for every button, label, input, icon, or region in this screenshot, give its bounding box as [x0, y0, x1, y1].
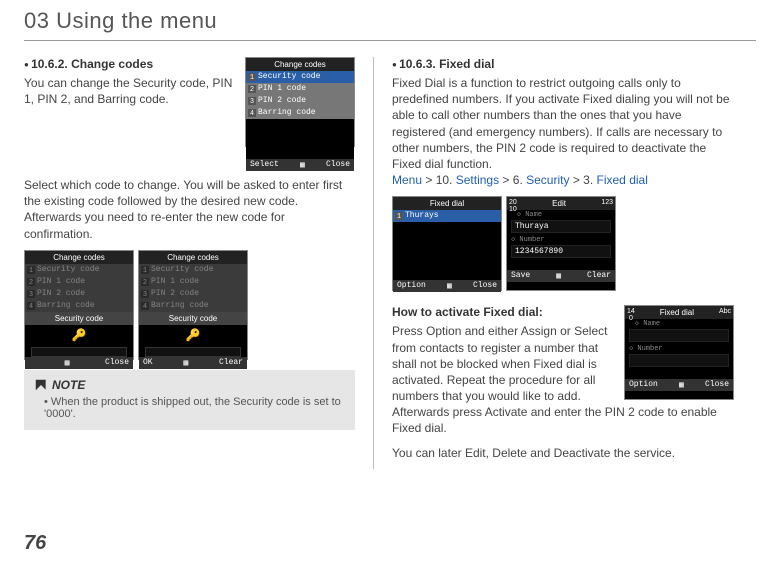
list-item: 4Barring code	[139, 300, 247, 312]
screenshot-title: Change codes	[139, 251, 247, 264]
columns: Change codes 1Security code 2PIN 1 code …	[0, 41, 780, 469]
softkey-right: Clear	[587, 271, 611, 281]
name-field: Thuraya	[511, 220, 611, 233]
menu-path-settings: Settings	[456, 173, 499, 187]
popup-title: Security code	[139, 312, 247, 325]
screenshot-fixed-dial-edit: 2010Edit123 ◇ Name Thuraya ◇ Number 1234…	[506, 196, 616, 291]
key-icon: 🔑	[139, 325, 247, 347]
screenshot-row: Change codes 1Security code 2PIN 1 code …	[24, 250, 355, 360]
left-intro-block: Change codes 1Security code 2PIN 1 code …	[24, 57, 355, 147]
note-body: • When the product is shipped out, the S…	[34, 396, 345, 420]
list-item: 3PIN 2 code	[246, 95, 354, 107]
screenshot-confirm-code: Change codes 1Security code 2PIN 1 code …	[138, 250, 248, 360]
softkey-right: Close	[705, 380, 729, 390]
field-label: ◇ Number	[625, 344, 733, 353]
list-item: 1Security code	[25, 264, 133, 276]
list-item: 2PIN 1 code	[25, 276, 133, 288]
note-heading: NOTE	[34, 378, 345, 392]
note-box: NOTE • When the product is shipped out, …	[24, 370, 355, 430]
left-column: Change codes 1Security code 2PIN 1 code …	[24, 57, 374, 469]
key-icon: 🔑	[25, 325, 133, 347]
how-to-block: 140Fixed dialAbc ◇ Name ◇ Number Option …	[392, 305, 734, 444]
popup-title: Security code	[25, 312, 133, 325]
section-heading: 10.6.3. Fixed dial	[392, 57, 734, 71]
list-item: 4Barring code	[246, 107, 354, 119]
softkeys: Select ▦ Close	[246, 159, 354, 171]
note-icon	[34, 378, 48, 392]
screenshot-fixed-dial-add: 140Fixed dialAbc ◇ Name ◇ Number Option …	[624, 305, 734, 400]
note-title: NOTE	[52, 378, 85, 392]
name-field	[629, 329, 729, 342]
menu-path-menu: Menu	[392, 173, 422, 187]
softkey-left: Save	[511, 271, 530, 281]
softkey-left: OK	[143, 358, 153, 368]
softkey-left: Select	[250, 160, 279, 170]
screenshot-fixed-dial-list: Fixed dial 1Thurays Option ▦ Close	[392, 196, 502, 291]
softkeys: ▦ Close	[25, 357, 133, 369]
field-label: ◇ Number	[507, 235, 615, 244]
code-input	[145, 347, 241, 357]
code-input	[31, 347, 127, 357]
list-item: 3PIN 2 code	[139, 288, 247, 300]
field-label: ◇ Name	[507, 210, 615, 219]
nav-icon: ▦	[300, 160, 305, 170]
number-field	[629, 354, 729, 367]
screenshot-title: 140Fixed dialAbc	[625, 306, 733, 319]
screenshot-change-codes: Change codes 1Security code 2PIN 1 code …	[245, 57, 355, 147]
softkey-left: Option	[397, 281, 426, 291]
nav-icon: ▦	[65, 358, 70, 368]
softkey-left: Option	[629, 380, 658, 390]
list-item: 3PIN 2 code	[25, 288, 133, 300]
list-item: 2PIN 1 code	[139, 276, 247, 288]
softkey-right: Close	[473, 281, 497, 291]
menu-path-security: Security	[526, 173, 569, 187]
nav-icon: ▦	[556, 271, 561, 281]
paragraph: You can later Edit, Delete and Deactivat…	[392, 445, 734, 461]
page-number: 76	[24, 532, 46, 555]
list-item: 4Barring code	[25, 300, 133, 312]
screenshot-title: Fixed dial	[393, 197, 501, 210]
menu-path-fixed-dial: Fixed dial	[597, 173, 648, 187]
list-item: 2PIN 1 code	[246, 83, 354, 95]
screenshot-row: Fixed dial 1Thurays Option ▦ Close 2010E…	[392, 196, 734, 291]
screenshot-title: 2010Edit123	[507, 197, 615, 210]
softkey-right: Close	[105, 358, 129, 368]
screenshot-enter-code: Change codes 1Security code 2PIN 1 code …	[24, 250, 134, 360]
screenshot-title: Change codes	[25, 251, 133, 264]
paragraph: Select which code to change. You will be…	[24, 177, 355, 242]
softkeys: OK ▦ Clear	[139, 357, 247, 369]
number-field: 1234567890	[511, 245, 611, 258]
list-item: 1Thurays	[393, 210, 501, 222]
nav-icon: ▦	[183, 358, 188, 368]
nav-icon: ▦	[679, 380, 684, 390]
paragraph: Fixed Dial is a function to restrict out…	[392, 75, 734, 188]
chapter-title: 03 Using the menu	[0, 0, 780, 40]
nav-icon: ▦	[447, 281, 452, 291]
list-item: 1Security code	[139, 264, 247, 276]
softkeys: Option ▦ Close	[625, 379, 733, 391]
softkey-right: Close	[326, 160, 350, 170]
softkeys: Save ▦ Clear	[507, 270, 615, 282]
softkeys: Option ▦ Close	[393, 280, 501, 292]
softkey-right: Clear	[219, 358, 243, 368]
list-item: 1Security code	[246, 71, 354, 83]
screenshot-title: Change codes	[246, 58, 354, 71]
right-column: 10.6.3. Fixed dial Fixed Dial is a funct…	[374, 57, 734, 469]
field-label: ◇ Name	[625, 319, 733, 328]
